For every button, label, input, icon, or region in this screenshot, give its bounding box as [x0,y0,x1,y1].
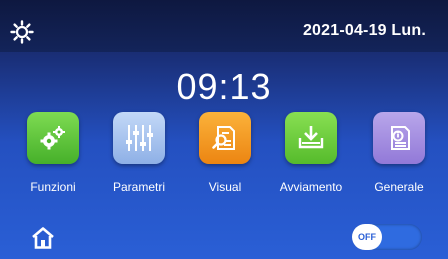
app-label: Visual [208,180,242,194]
app-generale[interactable]: Generale [356,112,442,194]
power-toggle[interactable]: OFF [352,224,422,250]
touch-screen: 2021-04-19 Lun. 09:13 Funzioni Parametri… [0,0,448,259]
info-document-icon [373,112,425,164]
gears-icon [27,112,79,164]
sliders-icon [113,112,165,164]
home-icon[interactable] [30,226,56,250]
app-label: Parametri [112,180,165,194]
app-label: Generale [374,180,424,194]
app-label: Funzioni [30,180,76,194]
toggle-knob: OFF [352,224,382,250]
app-label: Avviamento [279,180,343,194]
clock-display: 09:13 [176,66,272,107]
app-parametri[interactable]: Parametri [96,112,182,194]
app-grid: Funzioni Parametri Visual Avviamento Gen… [0,112,448,212]
download-icon [285,112,337,164]
document-search-icon [199,112,251,164]
app-visual[interactable]: Visual [182,112,268,194]
sun-icon[interactable] [10,20,34,44]
status-bar: 2021-04-19 Lun. [0,0,448,52]
date-display: 2021-04-19 Lun. [302,22,426,39]
app-funzioni[interactable]: Funzioni [10,112,96,194]
app-avviamento[interactable]: Avviamento [268,112,354,194]
